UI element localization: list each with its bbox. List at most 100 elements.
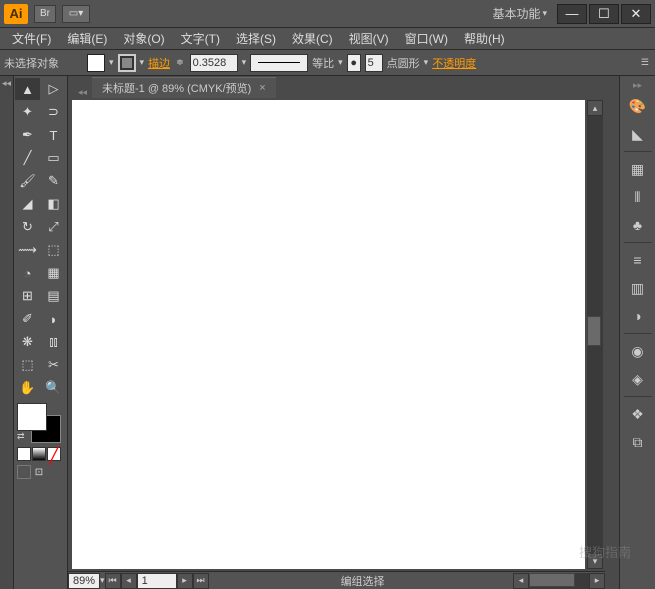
foreground-color[interactable] — [17, 403, 47, 431]
stroke-swatch[interactable] — [118, 54, 136, 72]
shape-builder-tool[interactable]: ◔ — [15, 262, 40, 284]
chevron-down-icon[interactable]: ▾ — [338, 57, 343, 68]
line-tool[interactable]: ╱ — [15, 147, 40, 169]
brushes-panel-icon[interactable]: ⫴ — [624, 184, 652, 210]
appearance-panel-icon[interactable]: ◉ — [624, 338, 652, 364]
width-tool[interactable]: ⟿ — [15, 239, 40, 261]
scroll-right-icon[interactable]: ▸ — [589, 573, 605, 589]
color-picker[interactable]: ⇄ — [15, 403, 63, 445]
menu-file[interactable]: 文件(F) — [4, 30, 59, 47]
tab-close-icon[interactable]: × — [259, 82, 265, 94]
perspective-tool[interactable]: ▦ — [41, 262, 66, 284]
stroke-panel-icon[interactable]: ≡ — [624, 247, 652, 273]
panel-menu-icon[interactable]: ☰ — [639, 57, 651, 68]
zoom-tool[interactable]: 🔍 — [41, 377, 66, 399]
screen-mode-toggle[interactable]: ⊡ — [32, 465, 46, 479]
color-guide-icon[interactable]: ◣ — [624, 121, 652, 147]
document-tab-title: 未标题-1 @ 89% (CMYK/预览) — [102, 80, 251, 96]
paintbrush-tool[interactable]: 🖌 — [15, 170, 40, 192]
last-page-icon[interactable]: ⏭ — [193, 573, 209, 589]
gradient-mode[interactable] — [32, 447, 46, 461]
workspace-switcher[interactable]: 基本功能 ▾ — [486, 5, 555, 22]
scale-tool[interactable]: ⤢ — [41, 216, 66, 238]
blend-tool[interactable]: ◗ — [41, 308, 66, 330]
menu-edit[interactable]: 编辑(E) — [59, 30, 115, 47]
zoom-level[interactable]: 89% — [68, 573, 100, 589]
minimize-button[interactable]: — — [557, 4, 587, 24]
stroke-link[interactable]: 描边 — [148, 55, 170, 71]
magic-wand-tool[interactable]: ✦ — [15, 101, 40, 123]
fill-mode[interactable] — [17, 447, 31, 461]
menubar: 文件(F) 编辑(E) 对象(O) 文字(T) 选择(S) 效果(C) 视图(V… — [0, 28, 655, 50]
arrange-button[interactable]: ▭▾ — [62, 5, 90, 23]
chevron-down-icon[interactable]: ▾ — [242, 57, 247, 68]
symbol-sprayer-tool[interactable]: ❋ — [15, 331, 40, 353]
gradient-panel-icon[interactable]: ▥ — [624, 275, 652, 301]
chevron-down-icon[interactable]: ▾ — [140, 57, 145, 68]
graph-tool[interactable]: ⫾⫾ — [41, 331, 66, 353]
canvas[interactable] — [72, 100, 585, 569]
scroll-up-icon[interactable]: ▴ — [587, 100, 603, 116]
color-panel-icon[interactable]: 🎨 — [624, 93, 652, 119]
mesh-tool[interactable]: ⊞ — [15, 285, 40, 307]
chevron-down-icon[interactable]: ▾ — [424, 57, 429, 68]
close-button[interactable]: ✕ — [621, 4, 651, 24]
stroke-weight-stepper[interactable]: ≑ — [174, 57, 186, 68]
menu-help[interactable]: 帮助(H) — [456, 30, 513, 47]
brush-size-input[interactable]: 5 — [365, 54, 383, 72]
vertical-scrollbar[interactable]: ▴ ▾ — [587, 100, 603, 569]
bridge-button[interactable]: Br — [34, 5, 56, 23]
collapse-arrow-icon[interactable]: ▸▸ — [633, 80, 642, 91]
eyedropper-tool[interactable]: ✐ — [15, 308, 40, 330]
slice-tool[interactable]: ✂ — [41, 354, 66, 376]
first-page-icon[interactable]: ⏮ — [105, 573, 121, 589]
pencil-tool[interactable]: ✎ — [41, 170, 66, 192]
expand-arrow-icon[interactable]: ◂◂ — [0, 76, 13, 90]
document-tab[interactable]: 未标题-1 @ 89% (CMYK/预览) × — [92, 77, 276, 98]
stroke-weight-input[interactable]: 0.3528 — [190, 54, 238, 72]
hand-tool[interactable]: ✋ — [15, 377, 40, 399]
screen-mode[interactable] — [17, 465, 31, 479]
blob-brush-tool[interactable]: ◢ — [15, 193, 40, 215]
selection-tool[interactable]: ▲ — [15, 78, 40, 100]
pen-tool[interactable]: ✒ — [15, 124, 40, 146]
tab-handle-icon[interactable]: ◂◂ — [78, 87, 92, 98]
gradient-tool[interactable]: ▤ — [41, 285, 66, 307]
rectangle-tool[interactable]: ▭ — [41, 147, 66, 169]
menu-effect[interactable]: 效果(C) — [284, 30, 341, 47]
workspace-label: 基本功能 — [492, 5, 540, 22]
swap-colors-icon[interactable]: ⇄ — [17, 431, 25, 442]
stroke-style-preview[interactable] — [250, 54, 308, 72]
artboards-panel-icon[interactable]: ⧉ — [624, 429, 652, 455]
symbols-panel-icon[interactable]: ♣ — [624, 212, 652, 238]
chevron-down-icon: ▾ — [540, 8, 549, 19]
rotate-tool[interactable]: ↻ — [15, 216, 40, 238]
menu-type[interactable]: 文字(T) — [173, 30, 228, 47]
prev-page-icon[interactable]: ◂ — [121, 573, 137, 589]
direct-selection-tool[interactable]: ▷ — [41, 78, 66, 100]
brush-dot: ● — [347, 54, 361, 72]
menu-object[interactable]: 对象(O) — [115, 30, 172, 47]
next-page-icon[interactable]: ▸ — [177, 573, 193, 589]
menu-select[interactable]: 选择(S) — [228, 30, 284, 47]
artboard-tool[interactable]: ⬚ — [15, 354, 40, 376]
maximize-button[interactable]: ☐ — [589, 4, 619, 24]
layers-panel-icon[interactable]: ❖ — [624, 401, 652, 427]
page-number-input[interactable]: 1 — [137, 573, 177, 589]
scroll-down-icon[interactable]: ▾ — [587, 553, 603, 569]
transparency-panel-icon[interactable]: ◑ — [624, 303, 652, 329]
eraser-tool[interactable]: ◧ — [41, 193, 66, 215]
free-transform-tool[interactable]: ⬚ — [41, 239, 66, 261]
opacity-link[interactable]: 不透明度 — [432, 55, 476, 71]
chevron-down-icon[interactable]: ▾ — [109, 57, 114, 68]
none-mode[interactable]: ╱ — [47, 447, 61, 461]
menu-view[interactable]: 视图(V) — [341, 30, 397, 47]
scroll-left-icon[interactable]: ◂ — [513, 573, 529, 589]
menu-window[interactable]: 窗口(W) — [397, 30, 456, 47]
lasso-tool[interactable]: ⊃ — [41, 101, 66, 123]
fill-swatch[interactable] — [87, 54, 105, 72]
type-tool[interactable]: T — [41, 124, 66, 146]
graphic-styles-icon[interactable]: ◈ — [624, 366, 652, 392]
swatches-panel-icon[interactable]: ▦ — [624, 156, 652, 182]
horizontal-scrollbar[interactable] — [529, 573, 589, 589]
